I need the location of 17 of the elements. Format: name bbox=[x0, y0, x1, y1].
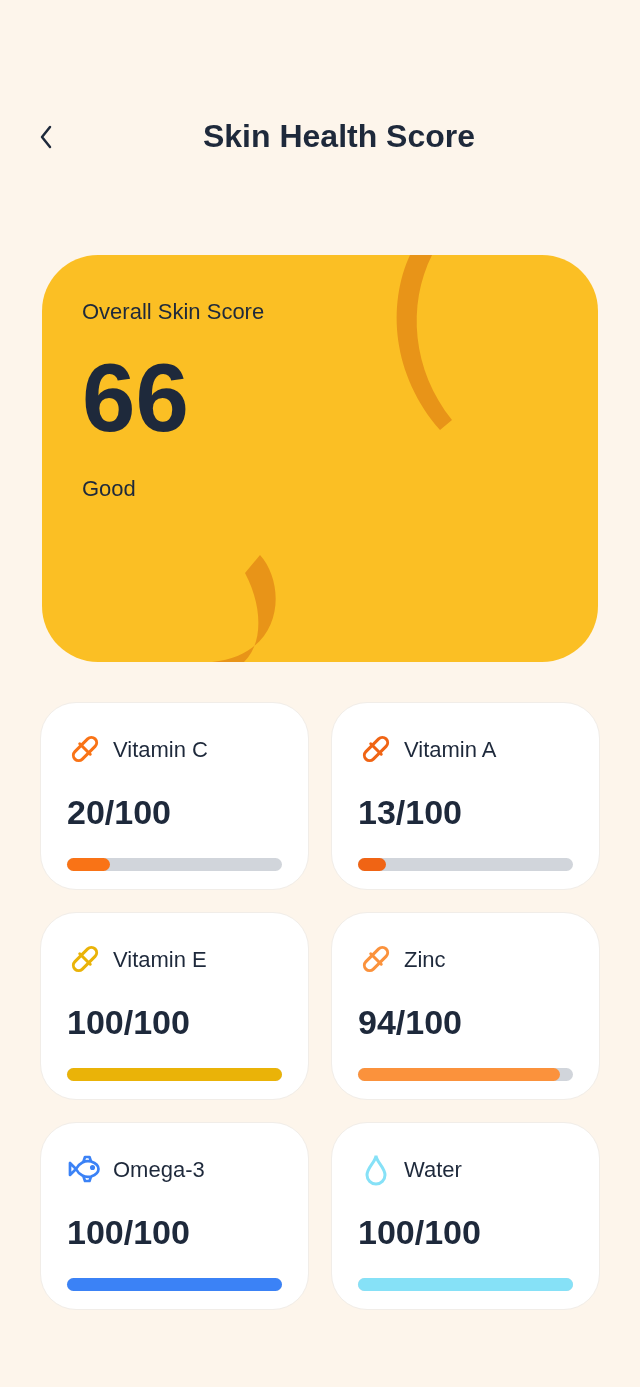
page-title: Skin Health Score bbox=[202, 117, 476, 156]
score-value: 66 bbox=[82, 350, 189, 446]
nutrient-score: 100/100 bbox=[67, 1212, 190, 1253]
score-rating: Good bbox=[82, 475, 136, 503]
nutrient-name: Water bbox=[404, 1155, 462, 1184]
nutrient-score: 100/100 bbox=[358, 1212, 481, 1253]
nutrient-name: Vitamin C bbox=[113, 735, 208, 764]
nutrient-score: 100/100 bbox=[67, 1002, 190, 1043]
nutrient-name: Vitamin A bbox=[404, 735, 497, 764]
score-label: Overall Skin Score bbox=[82, 298, 265, 326]
nutrient-name: Zinc bbox=[404, 945, 446, 974]
nutrient-score: 94/100 bbox=[358, 1002, 462, 1043]
nutrient-name: Omega-3 bbox=[113, 1155, 205, 1184]
nutrient-score: 20/100 bbox=[67, 792, 171, 833]
back-icon bbox=[38, 124, 54, 150]
nutrient-name: Vitamin E bbox=[113, 945, 207, 974]
nutrient-score: 13/100 bbox=[358, 792, 462, 833]
